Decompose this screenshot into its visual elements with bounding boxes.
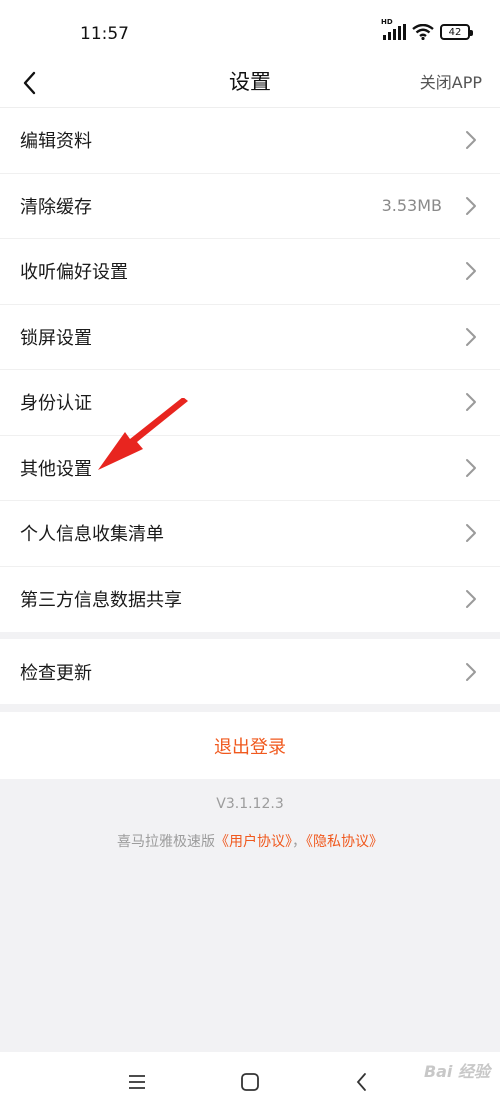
settings-item-label: 其他设置 bbox=[20, 458, 92, 480]
logout-button[interactable]: 退出登录 bbox=[0, 712, 500, 779]
settings-item-label: 检查更新 bbox=[20, 662, 92, 684]
battery-level: 42 bbox=[448, 26, 462, 38]
settings-item-label: 清除缓存 bbox=[20, 196, 92, 218]
settings-item-check-update[interactable]: 检查更新 bbox=[0, 639, 500, 705]
chevron-right-icon bbox=[466, 590, 476, 609]
settings-item-personal-info-list[interactable]: 个人信息收集清单 bbox=[0, 501, 500, 567]
logout-label: 退出登录 bbox=[214, 736, 286, 758]
chevron-right-icon bbox=[466, 393, 476, 412]
close-app-button[interactable]: 关闭APP bbox=[420, 69, 482, 93]
user-agreement-link[interactable]: 《用户协议》 bbox=[215, 834, 292, 850]
settings-item-label: 个人信息收集清单 bbox=[20, 524, 164, 546]
app-name: 喜马拉雅极速版 bbox=[117, 834, 215, 850]
battery-icon: 42 bbox=[440, 24, 473, 40]
cache-size-value: 3.53MB bbox=[381, 196, 442, 216]
chevron-right-icon bbox=[466, 327, 476, 346]
settings-item-label: 锁屏设置 bbox=[20, 327, 92, 349]
privacy-agreement-link[interactable]: 《隐私协议》 bbox=[306, 834, 383, 850]
settings-item-label: 收听偏好设置 bbox=[20, 262, 128, 284]
agreements-line: 喜马拉雅极速版《用户协议》，《隐私协议》 bbox=[0, 831, 500, 851]
chevron-right-icon bbox=[466, 662, 476, 681]
wifi-icon bbox=[412, 24, 434, 40]
settings-item-third-party-sharing[interactable]: 第三方信息数据共享 bbox=[0, 567, 500, 633]
home-square-icon[interactable] bbox=[238, 1070, 262, 1094]
settings-item-identity-verification[interactable]: 身份认证 bbox=[0, 370, 500, 436]
settings-page: 11:57 HD 42 设置 关闭APP 编辑资料 清除缓存 3.53MB 收听… bbox=[0, 0, 500, 1111]
section-divider bbox=[0, 632, 500, 639]
chevron-right-icon bbox=[466, 262, 476, 281]
chevron-right-icon bbox=[466, 131, 476, 150]
status-bar: 11:57 HD 42 bbox=[0, 0, 500, 60]
settings-item-label: 编辑资料 bbox=[20, 131, 92, 153]
back-icon[interactable] bbox=[350, 1070, 374, 1094]
watermark: Bai 经验 bbox=[423, 1062, 490, 1081]
settings-item-lock-screen[interactable]: 锁屏设置 bbox=[0, 305, 500, 370]
settings-list: 编辑资料 清除缓存 3.53MB 收听偏好设置 锁屏设置 身份认证 其他设置 个… bbox=[0, 108, 500, 632]
chevron-right-icon bbox=[466, 458, 476, 477]
chevron-right-icon bbox=[466, 196, 476, 215]
chevron-right-icon bbox=[466, 524, 476, 543]
hd-label: HD bbox=[381, 18, 393, 26]
section-divider bbox=[0, 704, 500, 712]
menu-icon[interactable] bbox=[125, 1070, 149, 1094]
settings-item-label: 身份认证 bbox=[20, 393, 92, 415]
settings-item-label: 第三方信息数据共享 bbox=[20, 590, 182, 612]
agreement-separator: ， bbox=[292, 834, 306, 850]
nav-header: 设置 关闭APP bbox=[0, 60, 500, 108]
status-icons: HD 42 bbox=[381, 18, 473, 40]
signal-icon: HD bbox=[381, 18, 406, 40]
settings-item-edit-profile[interactable]: 编辑资料 bbox=[0, 108, 500, 174]
settings-item-listening-preferences[interactable]: 收听偏好设置 bbox=[0, 239, 500, 305]
update-section: 检查更新 bbox=[0, 639, 500, 705]
status-time: 11:57 bbox=[80, 24, 129, 44]
settings-item-other-settings[interactable]: 其他设置 bbox=[0, 436, 500, 501]
version-text: V3.1.12.3 bbox=[216, 796, 284, 812]
settings-item-clear-cache[interactable]: 清除缓存 3.53MB bbox=[0, 174, 500, 239]
